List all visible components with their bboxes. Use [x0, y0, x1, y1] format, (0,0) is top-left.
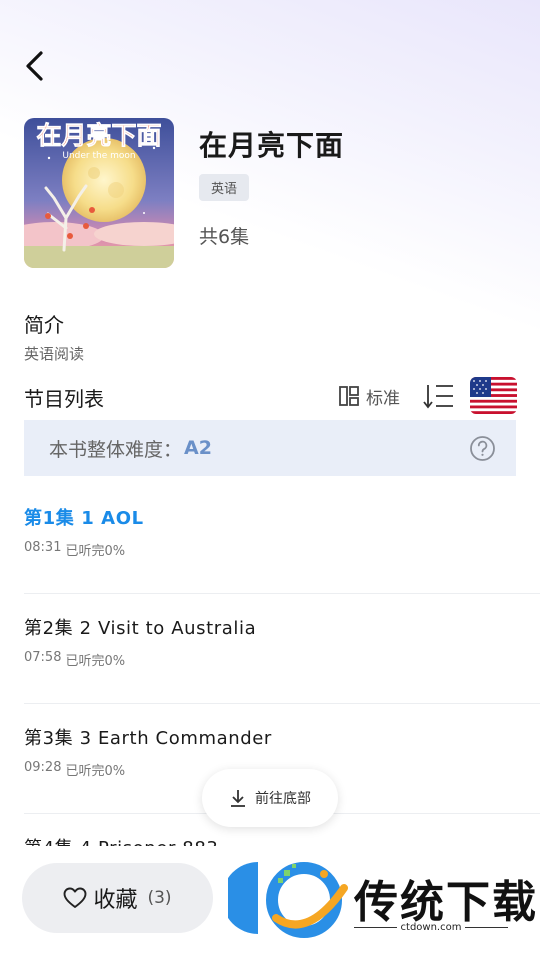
episode-item-2[interactable]: 第2集 2 Visit to Australia 07:58 已听完0%	[24, 594, 540, 704]
book-title: 在月亮下面	[199, 129, 345, 162]
episode-meta: 07:58 已听完0%	[24, 650, 125, 669]
layout-icon	[339, 386, 359, 406]
episode-duration: 07:58	[24, 650, 62, 665]
episode-meta: 09:28 已听完0%	[24, 760, 125, 779]
difficulty-bar: 本书整体难度： A2	[24, 420, 516, 476]
back-button[interactable]	[18, 48, 52, 84]
goto-bottom-button[interactable]: 前往底部	[202, 769, 338, 827]
goto-bottom-label: 前往底部	[255, 791, 311, 807]
episode-duration: 08:31	[24, 540, 62, 555]
episode-progress: 已听完0%	[65, 544, 126, 559]
heart-icon	[63, 887, 87, 908]
intro-label: 简介	[24, 313, 64, 337]
difficulty-level: A2	[184, 437, 212, 459]
episode-progress: 已听完0%	[65, 764, 126, 779]
favorite-label: 收藏	[93, 888, 138, 913]
us-flag-button[interactable]	[470, 377, 517, 414]
download-arrow-icon	[231, 790, 245, 807]
question-circle-icon	[470, 436, 495, 461]
episode-title: 第3集 3 Earth Commander	[24, 728, 272, 749]
program-list-title: 节目列表	[24, 387, 104, 411]
favorite-count: (3)	[147, 888, 172, 908]
watermark-logo	[222, 860, 350, 940]
watermark-url: ctdown.com	[354, 922, 508, 933]
display-mode-label: 标准	[366, 388, 400, 409]
episode-progress: 已听完0%	[65, 654, 126, 669]
chevron-left-icon	[26, 51, 43, 81]
episode-duration: 09:28	[24, 760, 62, 775]
sort-icon	[423, 385, 453, 409]
episode-item-1[interactable]: 第1集 1 AOL 08:31 已听完0%	[24, 484, 540, 594]
favorite-button[interactable]: 收藏 (3)	[22, 863, 213, 933]
watermark-url-text: ctdown.com	[400, 922, 462, 933]
help-button[interactable]	[469, 435, 496, 462]
book-cover: 在月亮下面 Under the moon	[24, 118, 174, 268]
us-flag-icon	[470, 377, 517, 414]
cover-subtitle: Under the moon	[62, 151, 135, 161]
language-tag: 英语	[199, 174, 250, 201]
difficulty-label: 本书整体难度：	[49, 438, 183, 461]
sort-button[interactable]	[422, 382, 454, 410]
episode-count: 共6集	[199, 226, 250, 248]
display-mode-button[interactable]: 标准	[338, 383, 400, 409]
watermark-name: 传统下载	[354, 877, 538, 928]
cover-title: 在月亮下面	[36, 121, 161, 150]
episode-meta: 08:31 已听完0%	[24, 540, 125, 559]
episode-title: 第1集 1 AOL	[24, 508, 144, 529]
episode-title: 第2集 2 Visit to Australia	[24, 618, 257, 639]
intro-text: 英语阅读	[24, 345, 85, 363]
